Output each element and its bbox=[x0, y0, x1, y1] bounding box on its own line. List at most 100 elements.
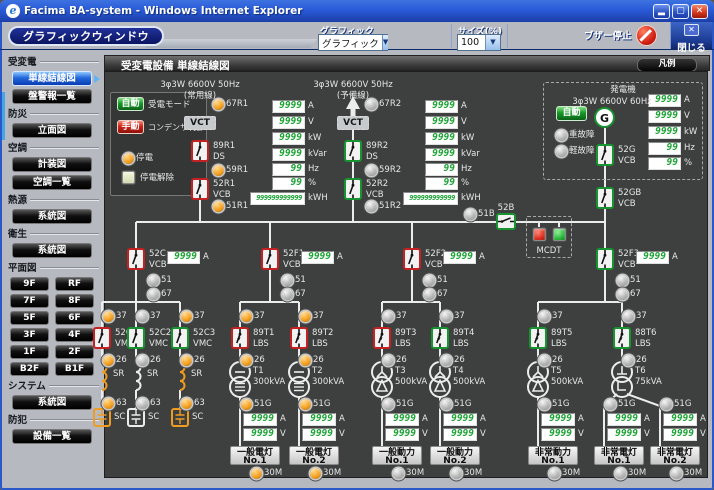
load-name-line: No.2 bbox=[290, 457, 338, 466]
meter-display: 9999 bbox=[425, 148, 458, 161]
diagram-label: T4 bbox=[453, 366, 464, 376]
breaker-kind: VCB bbox=[366, 190, 384, 200]
breaker-open[interactable] bbox=[171, 327, 189, 349]
meter-unit: kVar bbox=[461, 149, 480, 159]
diagram-label: 3φ3W 6600V 50Hz bbox=[160, 80, 239, 90]
lamp-label: 51G bbox=[396, 399, 413, 409]
indicator-lamp bbox=[251, 468, 262, 479]
generator-auto-button[interactable]: 自動 bbox=[556, 106, 587, 121]
breaker-open[interactable] bbox=[127, 327, 145, 349]
diagram-label: 500kVA bbox=[453, 377, 485, 387]
breaker-glyph bbox=[263, 250, 277, 268]
meter-unit: A bbox=[280, 414, 286, 424]
breaker-id: 52C2 bbox=[149, 328, 171, 338]
breaker-closed[interactable] bbox=[290, 327, 308, 349]
lamp-label: 30M bbox=[323, 468, 341, 478]
lamp-label: 51B bbox=[478, 209, 495, 219]
breaker-closed[interactable] bbox=[261, 248, 279, 270]
load-label[interactable]: 一般電灯No.2 bbox=[289, 446, 339, 465]
lamp-label: 63 bbox=[150, 398, 161, 408]
indicator-lamp bbox=[366, 165, 377, 176]
lamp-label: 51G bbox=[618, 399, 635, 409]
breaker-id: 89T4 bbox=[453, 328, 474, 338]
meter-unit: kWH bbox=[461, 193, 481, 203]
breaker-closed[interactable] bbox=[127, 248, 145, 270]
meter-display: 9999 bbox=[272, 116, 305, 129]
lamp-label: 67 bbox=[295, 289, 306, 299]
breaker-open[interactable] bbox=[431, 327, 449, 349]
breaker-kind: LBS bbox=[635, 339, 651, 349]
indicator-lamp bbox=[424, 289, 435, 300]
indicator-lamp bbox=[424, 275, 435, 286]
breaker-open[interactable] bbox=[596, 144, 614, 166]
breaker-kind: VMC bbox=[149, 339, 168, 349]
breaker-closed[interactable] bbox=[93, 327, 111, 349]
indicator-lamp bbox=[465, 209, 476, 220]
breaker-open[interactable] bbox=[344, 140, 362, 162]
vct-box: VCT bbox=[337, 116, 369, 130]
breaker-open[interactable] bbox=[596, 187, 614, 209]
indicator-lamp bbox=[393, 468, 404, 479]
meter-display: 9999 bbox=[272, 132, 305, 145]
lamp-label: 51 bbox=[295, 275, 306, 285]
lamp-label: 37 bbox=[313, 311, 324, 321]
lamp-label: 63 bbox=[194, 398, 205, 408]
meter-unit: A bbox=[308, 101, 314, 111]
meter-unit: % bbox=[461, 178, 469, 188]
breaker-glyph bbox=[433, 329, 447, 347]
lamp-label: 30M bbox=[264, 468, 282, 478]
meter-unit: A bbox=[480, 414, 486, 424]
meter-unit: Hz bbox=[684, 143, 695, 153]
breaker-closed[interactable] bbox=[191, 178, 209, 200]
breaker-closed[interactable] bbox=[373, 327, 391, 349]
breaker-glyph bbox=[598, 189, 612, 207]
load-label[interactable]: 非常電灯No.2 bbox=[650, 446, 700, 465]
meter-unit: V bbox=[280, 429, 286, 439]
lamp-label: 67 bbox=[437, 289, 448, 299]
load-label[interactable]: 非常電灯No.1 bbox=[594, 446, 644, 465]
breaker-open[interactable] bbox=[596, 248, 614, 270]
diagram-label: 300kVA bbox=[312, 377, 344, 387]
breaker-open[interactable] bbox=[613, 327, 631, 349]
indicator-lamp bbox=[310, 468, 321, 479]
meter-unit: Hz bbox=[461, 164, 472, 174]
lamp-label: 30M bbox=[464, 468, 482, 478]
lamp-label: 37 bbox=[636, 311, 647, 321]
load-label[interactable]: 非常動力No.1 bbox=[528, 446, 578, 465]
breaker-closed[interactable] bbox=[403, 248, 421, 270]
load-label[interactable]: 一般動力No.1 bbox=[372, 446, 422, 465]
load-name-line: No.1 bbox=[373, 457, 421, 466]
load-name-line: No.2 bbox=[651, 457, 699, 466]
diagram-label: SR bbox=[113, 369, 124, 379]
breaker-glyph bbox=[233, 329, 247, 347]
breaker-closed[interactable] bbox=[231, 327, 249, 349]
indicator-lamp bbox=[556, 146, 567, 157]
manual-mode-button[interactable]: 手動 bbox=[117, 120, 144, 134]
meter-unit: A bbox=[578, 414, 584, 424]
outage-clear-lamp bbox=[122, 171, 135, 184]
breaker-open[interactable] bbox=[344, 178, 362, 200]
breaker-closed[interactable] bbox=[191, 140, 209, 162]
diagram-label: SC bbox=[192, 412, 203, 422]
indicator-lamp bbox=[300, 311, 311, 322]
load-name-line: No.2 bbox=[431, 457, 479, 466]
meter-display: 99 bbox=[425, 177, 458, 190]
outage-clear-label: 停電解除 bbox=[140, 173, 174, 183]
breaker-kind: LBS bbox=[253, 339, 269, 349]
meter-display: 9999 bbox=[648, 110, 681, 123]
meter-unit: A bbox=[461, 101, 467, 111]
tie-breaker-52b[interactable] bbox=[496, 213, 516, 230]
lamp-label: 51G bbox=[254, 399, 271, 409]
indicator-lamp bbox=[148, 275, 159, 286]
breaker-glyph bbox=[129, 250, 143, 268]
load-label[interactable]: 一般動力No.2 bbox=[430, 446, 480, 465]
breaker-open[interactable] bbox=[529, 327, 547, 349]
auto-mode-button[interactable]: 自動 bbox=[117, 97, 144, 111]
breaker-glyph bbox=[615, 329, 629, 347]
lamp-label: 26 bbox=[116, 355, 127, 365]
indicator-lamp bbox=[441, 355, 452, 366]
meter-unit: kW bbox=[308, 133, 321, 143]
lamp-label: 59R2 bbox=[379, 165, 401, 175]
breaker-glyph bbox=[129, 329, 143, 347]
load-label[interactable]: 一般電灯No.1 bbox=[230, 446, 280, 465]
